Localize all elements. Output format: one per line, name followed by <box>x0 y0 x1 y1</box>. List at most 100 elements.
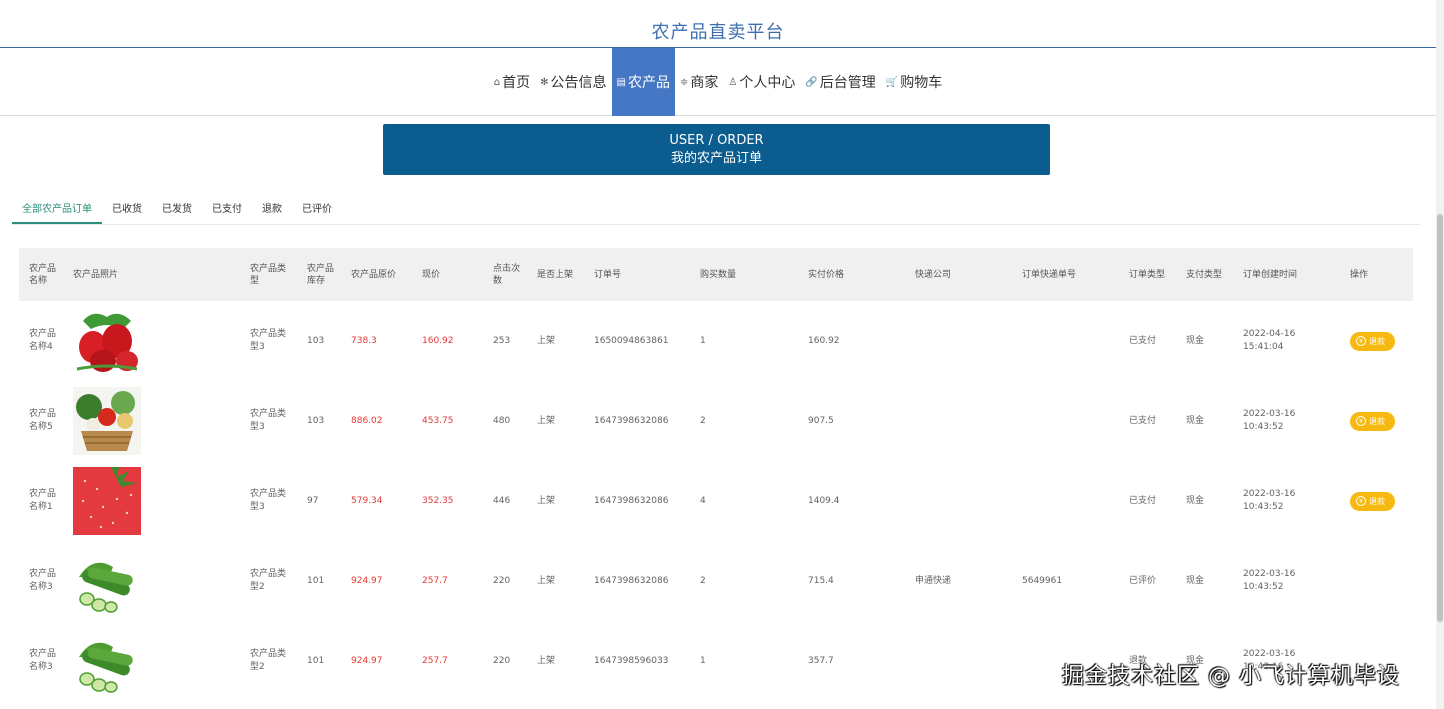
tab-2[interactable]: 已发货 <box>152 198 202 223</box>
product-photo-cell <box>63 621 240 701</box>
tab-0[interactable]: 全部农产品订单 <box>12 198 102 224</box>
column-header: 操作 <box>1350 269 1369 280</box>
cell-paid: 907.5 <box>808 415 834 426</box>
cell-price: 257.7 <box>422 575 448 586</box>
page-scrollbar[interactable] <box>1436 0 1444 709</box>
cell-tracking: 5649961 <box>1022 575 1063 586</box>
column-header: 支付类型 <box>1186 269 1223 280</box>
tab-3[interactable]: 已支付 <box>202 198 252 223</box>
nav-item-5[interactable]: 🔗 后台管理 <box>800 48 880 116</box>
cell-created: 2022-03-16 10:43:52 <box>1243 409 1296 432</box>
column-header: 农产品照片 <box>73 269 119 280</box>
cart-icon: 🛒 <box>885 76 899 88</box>
tab-5[interactable]: 已评价 <box>292 198 342 223</box>
cell-clicks: 253 <box>493 335 511 346</box>
cell-status: 已支付 <box>1129 335 1157 346</box>
nav-item-6[interactable]: 🛒 购物车 <box>881 48 947 116</box>
nav-item-4[interactable]: ♙ 个人中心 <box>723 48 800 116</box>
column-header: 农产品原价 <box>351 269 397 280</box>
nav-item-0[interactable]: ⌂ 首页 <box>489 48 535 116</box>
product-photo <box>73 387 236 455</box>
table-row: 农产品名称4 农产品类型3 103 738.3 160.92 253 上架 165009486… <box>19 301 1413 381</box>
nav-item-label: 农产品 <box>627 75 670 91</box>
cell-name: 农产品名称3 <box>29 649 57 672</box>
cell-price: 257.7 <box>422 655 448 666</box>
cell-order-no: 1647398632086 <box>594 495 669 506</box>
cell-name: 农产品名称3 <box>29 569 57 592</box>
tab-4[interactable]: 退款 <box>252 198 292 223</box>
cell-price: 160.92 <box>422 335 454 346</box>
cell-created: 2022-03-16 10:43:52 <box>1243 489 1296 512</box>
table-header-row: 农产品名称 农产品照片 农产品类型 农产品库存 农产品原价 现价 点击次数 是否上架 订单号 购买… <box>19 248 1413 301</box>
order-status-tabs: 全部农产品订单 已收货 已发货 已支付 退款 已评价 <box>12 198 1420 225</box>
column-header: 实付价格 <box>808 269 845 280</box>
table-body: 农产品名称4 农产品类型3 103 738.3 160.92 253 上架 165009486… <box>19 301 1413 701</box>
cell-type: 农产品类型2 <box>250 649 287 672</box>
cell-stock: 101 <box>307 655 325 666</box>
cell-paid: 357.7 <box>808 655 834 666</box>
cell-stock: 101 <box>307 575 325 586</box>
table-row: 农产品名称3 农产品类型2 101 924.97 257.7 220 上架 164739863… <box>19 541 1413 621</box>
tab-1[interactable]: 已收货 <box>102 198 152 223</box>
cell-created: 2022-04-16 15:41:04 <box>1243 329 1296 352</box>
product-photo-cell <box>63 381 240 461</box>
cell-clicks: 480 <box>493 415 511 426</box>
cell-orig-price: 924.97 <box>351 575 383 586</box>
column-header: 购买数量 <box>700 269 737 280</box>
column-header: 农产品类型 <box>250 263 287 286</box>
cell-type: 农产品类型3 <box>250 409 287 432</box>
yen-coin-icon: ¥ <box>1356 496 1366 506</box>
cell-stock: 103 <box>307 335 325 346</box>
refund-button-label: 退款 <box>1369 496 1385 506</box>
list-icon: ▤ <box>616 76 626 88</box>
refund-button-label: 退款 <box>1369 336 1385 346</box>
product-photo <box>73 307 236 375</box>
cell-qty: 1 <box>700 335 706 346</box>
link-icon: 🔗 <box>805 76 818 88</box>
action-cell: ¥ 退款 <box>1340 461 1413 541</box>
banner-title-cn: 我的农产品订单 <box>670 151 762 166</box>
cell-clicks: 446 <box>493 495 511 506</box>
refund-button[interactable]: ¥ 退款 <box>1350 491 1395 511</box>
site-title: 农产品直卖平台 <box>0 0 1436 48</box>
nav-item-label: 公告信息 <box>550 75 607 91</box>
product-photo <box>73 467 236 535</box>
cell-created: 2022-03-16 10:43:52 <box>1243 569 1296 592</box>
nav-item-3[interactable]: ≑ 商家 <box>675 48 723 116</box>
cell-tracking <box>1012 381 1119 461</box>
cell-status: 已支付 <box>1129 415 1157 426</box>
nav-item-label: 首页 <box>502 75 531 91</box>
banner-title-en: USER / ORDER <box>669 133 764 148</box>
refund-button[interactable]: ¥ 退款 <box>1350 411 1395 431</box>
column-header: 订单快递单号 <box>1022 269 1077 280</box>
cell-courier: 申通快递 <box>915 575 952 586</box>
table-row: 农产品名称1 农产品类型3 97 579.34 352.35 446 上架 164739863… <box>19 461 1413 541</box>
cell-stock: 103 <box>307 415 325 426</box>
cell-listed: 上架 <box>537 415 556 426</box>
refund-button[interactable]: ¥ 退款 <box>1350 331 1395 351</box>
product-photo <box>73 627 236 695</box>
cell-type: 农产品类型3 <box>250 329 287 352</box>
cell-pay-type: 现金 <box>1186 575 1205 586</box>
action-cell <box>1340 541 1413 621</box>
scrollbar-thumb[interactable] <box>1437 214 1443 622</box>
cell-name: 农产品名称4 <box>29 329 57 352</box>
nav-item-1[interactable]: ✻ 公告信息 <box>535 48 611 116</box>
product-photo-cell <box>63 541 240 621</box>
cell-listed: 上架 <box>537 655 556 666</box>
cell-order-no: 1647398632086 <box>594 575 669 586</box>
nav-item-2[interactable]: ▤ 农产品 <box>611 48 675 116</box>
cell-courier <box>905 301 1012 381</box>
watermark-text: 掘金技术社区 @ 小飞计算机毕设 <box>1062 664 1400 689</box>
cell-pay-type: 现金 <box>1186 415 1205 426</box>
column-header: 点击次数 <box>493 263 521 286</box>
product-photo-cell <box>63 461 240 541</box>
home-icon: ⌂ <box>493 76 501 88</box>
action-cell: ¥ 退款 <box>1340 381 1413 461</box>
action-cell: ¥ 退款 <box>1340 301 1413 381</box>
nav-item-label: 个人中心 <box>739 75 796 91</box>
column-header: 订单类型 <box>1129 269 1166 280</box>
cell-orig-price: 738.3 <box>351 335 377 346</box>
cell-name: 农产品名称5 <box>29 409 57 432</box>
product-photo <box>73 547 236 615</box>
